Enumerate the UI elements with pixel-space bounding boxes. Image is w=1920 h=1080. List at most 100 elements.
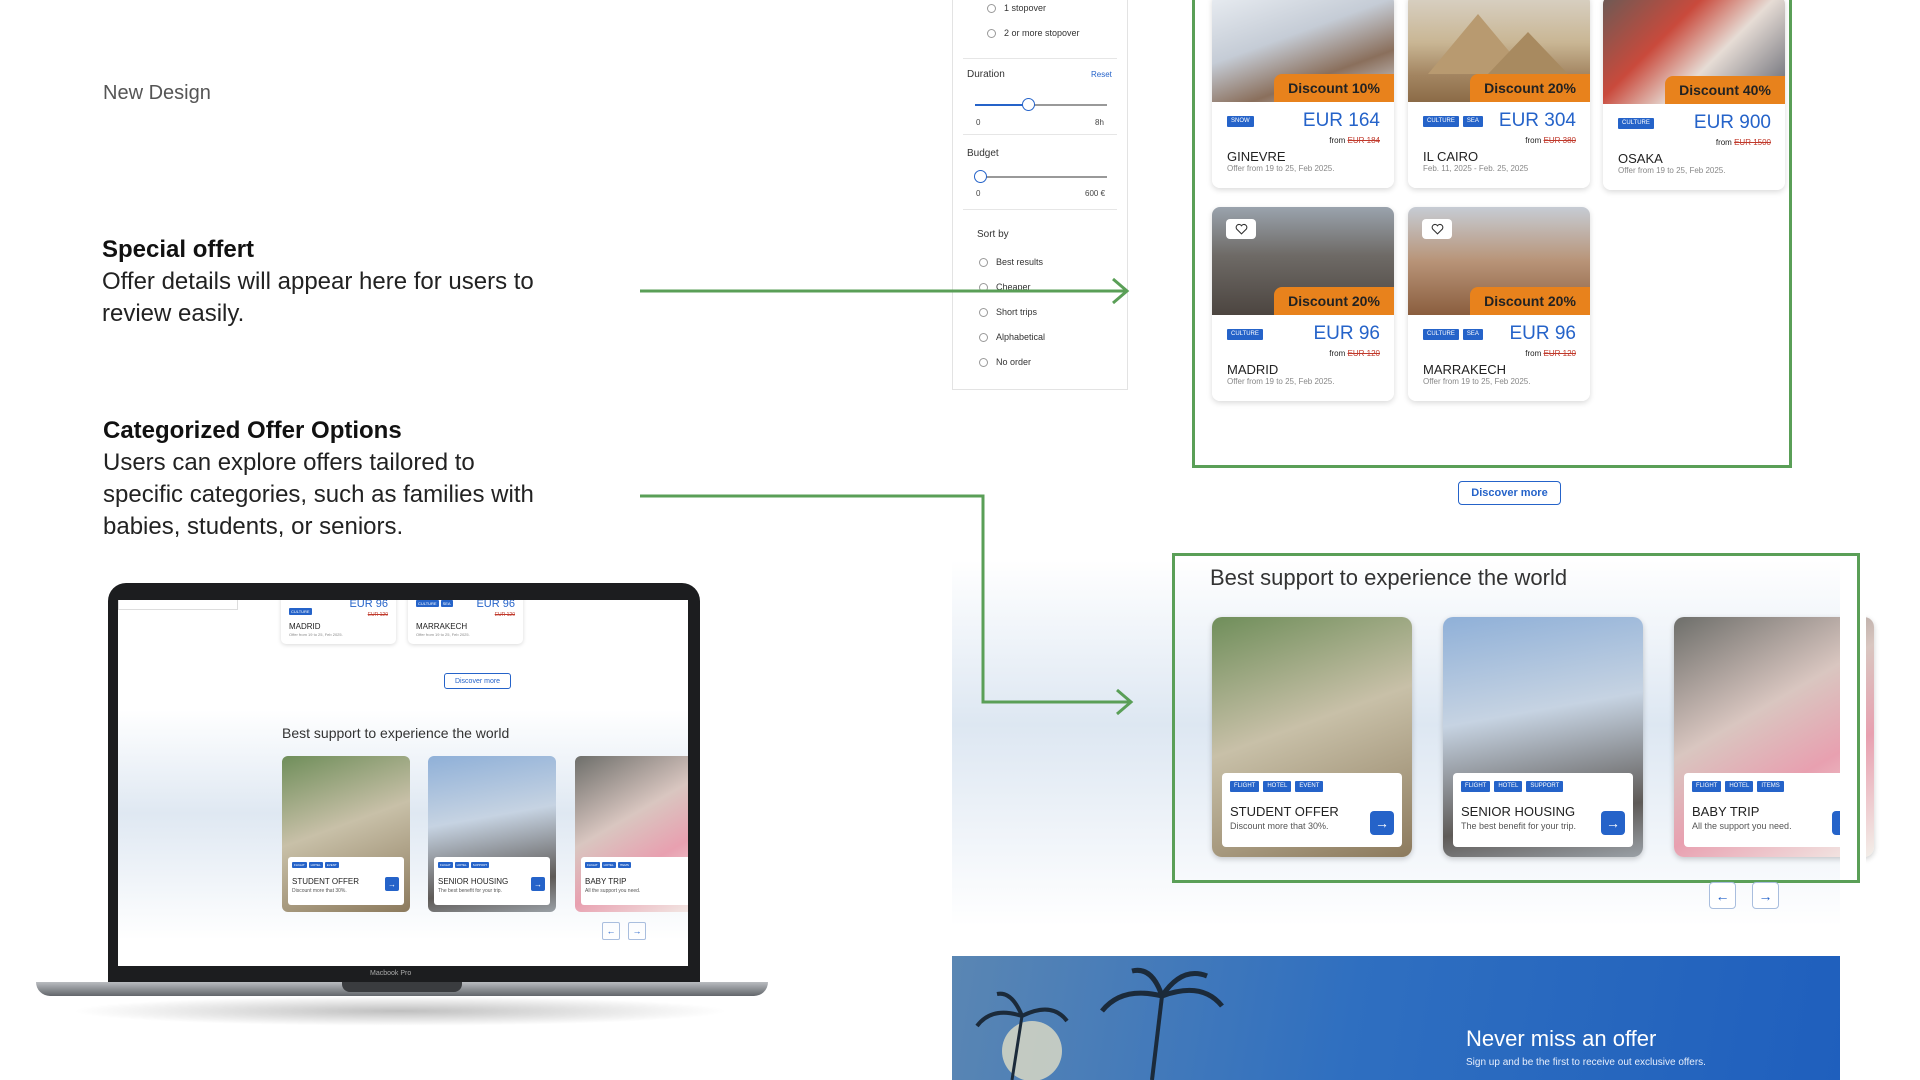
- mini-city: MADRID: [289, 622, 321, 631]
- radio-icon: [987, 3, 996, 13]
- from-label: from: [1525, 136, 1542, 145]
- mini-card-subtitle: All the support you need.: [585, 888, 641, 894]
- offer-city: MADRID: [1227, 362, 1279, 377]
- offer-city: OSAKA: [1618, 151, 1663, 166]
- offer-card[interactable]: Discount 20% CULTURE SEA EUR 96 from EUR …: [1408, 207, 1590, 401]
- laptop-notch: [342, 982, 462, 992]
- mini-price: EUR 96: [349, 600, 388, 610]
- offer-dates: Feb. 11, 2025 - Feb. 25, 2025: [1423, 164, 1529, 173]
- radio-icon: [979, 282, 988, 292]
- duration-reset-link[interactable]: Reset: [1091, 70, 1112, 79]
- tag-row: FLIGHT HOTEL SUPPORT: [438, 862, 490, 868]
- budget-max: 600 €: [1085, 189, 1106, 198]
- category-tag: SUPPORT: [470, 862, 490, 868]
- favorite-button[interactable]: [1422, 219, 1452, 239]
- offer-price: EUR 900: [1693, 112, 1771, 133]
- discount-badge: Discount 20%: [1274, 287, 1394, 315]
- offer-price: EUR 96: [1509, 323, 1576, 344]
- discover-more-button[interactable]: Discover more: [1458, 481, 1561, 505]
- old-price-value: EUR 1500: [1734, 138, 1771, 147]
- old-price: from EUR 120: [1329, 349, 1380, 358]
- offer-card[interactable]: Discount 20% CULTURE EUR 96 from EUR 120…: [1212, 207, 1394, 401]
- tag-row: CULTURE SEA: [416, 600, 453, 607]
- offer-body: CULTURE EUR 900 from EUR 1500 OSAKA Offe…: [1603, 104, 1785, 190]
- carousel-next-button[interactable]: →: [1752, 882, 1779, 909]
- mini-support-card: FLIGHT HOTEL SUPPORT SENIOR HOUSING The be…: [428, 756, 556, 912]
- mini-city: MARRAKECH: [416, 622, 468, 631]
- offer-card[interactable]: Discount 20% CULTURE SEA EUR 304 from EUR…: [1408, 0, 1590, 188]
- mini-next-button: →: [628, 922, 646, 940]
- option-label: Cheaper: [996, 282, 1031, 292]
- mini-offer-card: CULTURE EUR 96 EUR 120 MADRID Offer from…: [281, 600, 396, 644]
- tag-row: CULTURE: [289, 600, 312, 618]
- category-tag: CULTURE: [1423, 329, 1459, 340]
- category-tag: SEA: [1462, 329, 1483, 340]
- old-price-value: EUR 380: [1543, 136, 1576, 145]
- mini-support-title: Best support to experience the world: [282, 725, 510, 741]
- offer-city: MARRAKECH: [1423, 362, 1507, 377]
- old-price-value: EUR 120: [1543, 349, 1576, 358]
- category-tag: CULTURE: [1227, 329, 1263, 340]
- mini-support-card: FLIGHT HOTEL ITEMS BABY TRIP All the suppo…: [575, 756, 688, 912]
- from-label: from: [1329, 136, 1346, 145]
- budget-label: Budget: [967, 148, 999, 159]
- mini-support-card: FLIGHT HOTEL EVENT STUDENT OFFER Discount …: [282, 756, 410, 912]
- slider-knob[interactable]: [974, 170, 987, 183]
- laptop-screen: CULTURE EUR 96 EUR 120 MADRID Offer from…: [118, 600, 688, 966]
- sort-option[interactable]: Alphabetical: [979, 330, 1045, 344]
- offer-dates: Offer from 19 to 25, Feb 2025.: [1618, 166, 1726, 175]
- offer-dates: Offer from 19 to 25, Feb 2025.: [1423, 377, 1531, 386]
- category-tag: CULTURE: [289, 608, 312, 615]
- budget-slider[interactable]: [974, 170, 1107, 183]
- category-tag: SEA: [440, 600, 453, 607]
- offer-card[interactable]: Discount 40% CULTURE EUR 900 from EUR 15…: [1603, 0, 1785, 190]
- budget-min: 0: [976, 189, 981, 198]
- slider-fill: [975, 104, 1028, 106]
- category-tag: ITEMS: [617, 862, 631, 868]
- category-tag: SEA: [1462, 116, 1483, 127]
- option-label: Alphabetical: [996, 332, 1046, 342]
- radio-icon: [979, 332, 988, 342]
- arrow-right-icon: →: [385, 877, 399, 891]
- tag-row: CULTURE: [1227, 329, 1263, 340]
- tag-row: CULTURE: [1618, 118, 1654, 129]
- category-tag: FLIGHT: [438, 862, 453, 868]
- heart-icon: [1235, 223, 1247, 235]
- offer-dates: Offer from 19 to 25, Feb 2025.: [1227, 377, 1335, 386]
- radio-icon: [979, 307, 988, 317]
- category-tag: HOTEL: [454, 862, 469, 868]
- stopover-option[interactable]: 2 or more stopover: [987, 26, 1080, 40]
- old-price: from EUR 1500: [1716, 138, 1771, 147]
- from-label: from: [1329, 349, 1346, 358]
- option-label: Best results: [996, 257, 1044, 267]
- old-price-value: EUR 184: [1347, 136, 1380, 145]
- newsletter-title: Never miss an offer: [1466, 1026, 1657, 1051]
- offer-body: CULTURE EUR 96 from EUR 120 MADRID Offer…: [1212, 315, 1394, 401]
- offer-price: EUR 96: [1313, 323, 1380, 344]
- divider: [963, 209, 1117, 210]
- laptop-shadow: [70, 996, 730, 1026]
- old-price: from EUR 380: [1525, 136, 1576, 145]
- category-tag: EVENT: [324, 862, 339, 868]
- sort-option[interactable]: Best results: [979, 255, 1043, 269]
- stopover-option[interactable]: 1 stopover: [987, 1, 1046, 15]
- option-label: Short trips: [996, 307, 1038, 317]
- sort-option[interactable]: No order: [979, 355, 1031, 369]
- offer-card[interactable]: Discount 10% SNOW EUR 164 from EUR 184 G…: [1212, 0, 1394, 188]
- category-tag: SNOW: [1227, 116, 1254, 127]
- annotation-body: Offer details will appear here for users…: [102, 268, 534, 327]
- sort-option[interactable]: Cheaper: [979, 280, 1031, 294]
- sort-option[interactable]: Short trips: [979, 305, 1037, 319]
- radio-icon: [979, 357, 988, 367]
- duration-slider[interactable]: [975, 98, 1107, 111]
- mini-card-title: STUDENT OFFER: [292, 877, 359, 886]
- mini-dates: Offer from 19 to 25, Feb 2025.: [289, 632, 343, 637]
- favorite-button[interactable]: [1226, 219, 1256, 239]
- sort-label: Sort by: [977, 229, 1009, 240]
- carousel-prev-button[interactable]: ←: [1709, 882, 1736, 909]
- slider-knob[interactable]: [1021, 98, 1035, 111]
- annotation-categorized-offers: Categorized Offer Options Users can expl…: [103, 417, 553, 543]
- newsletter-subtitle: Sign up and be the first to receive out …: [1466, 1057, 1706, 1068]
- laptop-model-label: Macbook Pro: [370, 970, 412, 977]
- option-label: 1 stopover: [1004, 3, 1047, 13]
